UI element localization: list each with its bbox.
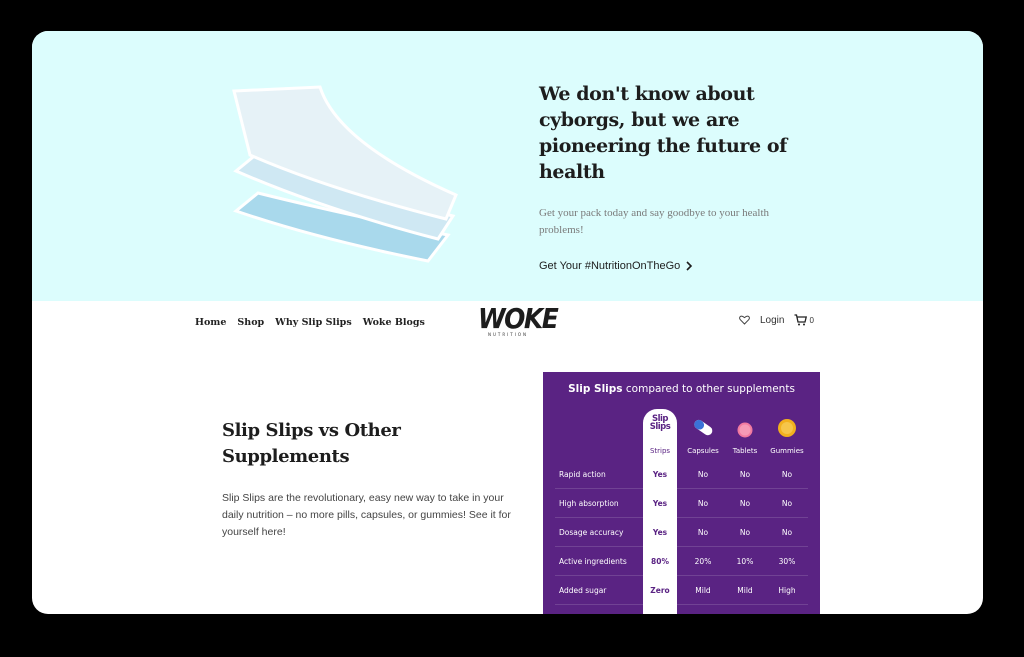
compare-body: Slip Slips are the revolutionary, easy n… [222,492,511,538]
column-label: Capsules [687,447,719,455]
table-cell: No [697,528,709,537]
table-cell: 20% [694,557,712,566]
capsule-icon [694,419,713,436]
table-cell: 30% [778,557,796,566]
strips-logo-line-2: Slips [649,422,671,432]
row-label: High absorption [559,499,619,508]
table-title-rest: compared to other supplements [625,383,795,395]
gummy-icon [778,419,796,437]
table-cell: No [739,470,751,479]
table-cell: No [697,499,709,508]
table-cell: High [778,586,796,595]
row-label: Dosage accuracy [559,528,624,537]
table-cell: Yes [652,499,668,508]
row-divider [555,604,808,605]
table-cell: 80% [651,557,669,566]
table-cell: No [697,470,709,479]
table-row: Active ingredients 80% 20% 10% 30% [543,547,820,576]
table-cell: Mild [695,586,711,595]
table-cell: Mild [737,586,753,595]
column-label: Tablets [732,447,758,455]
column-label: Gummies [770,447,804,455]
table-cell: Yes [652,470,668,479]
compare-heading: Slip Slips vs Other Supplements [222,420,401,467]
table-title: Slip Slips compared to other supplements [543,383,820,395]
table-cell: No [781,528,793,537]
tablet-icon [737,422,753,438]
comparison-table: Slip Slips compared to other supplements… [543,372,820,614]
table-title-brand: Slip Slips [568,383,623,395]
table-cell: Zero [650,586,670,595]
compare-section-clip: Slip Slips vs Other Supplements Slip Sli… [32,31,983,614]
table-cell: No [739,499,751,508]
table-cell: No [781,499,793,508]
row-label: Added sugar [559,586,607,595]
table-row: High absorption Yes No No No [543,489,820,518]
table-row: Dosage accuracy Yes No No No [543,518,820,547]
row-label: Rapid action [559,470,606,479]
table-cell: Yes [652,528,668,537]
row-label: Active ingredients [559,557,627,566]
table-row: Rapid action Yes No No No [543,460,820,489]
table-cell: 10% [736,557,754,566]
table-cell: No [739,528,751,537]
slip-slips-logo: Slip Slips [647,415,673,432]
column-label: Strips [649,447,671,455]
table-row: Added sugar Zero Mild Mild High [543,576,820,605]
table-cell: No [781,470,793,479]
